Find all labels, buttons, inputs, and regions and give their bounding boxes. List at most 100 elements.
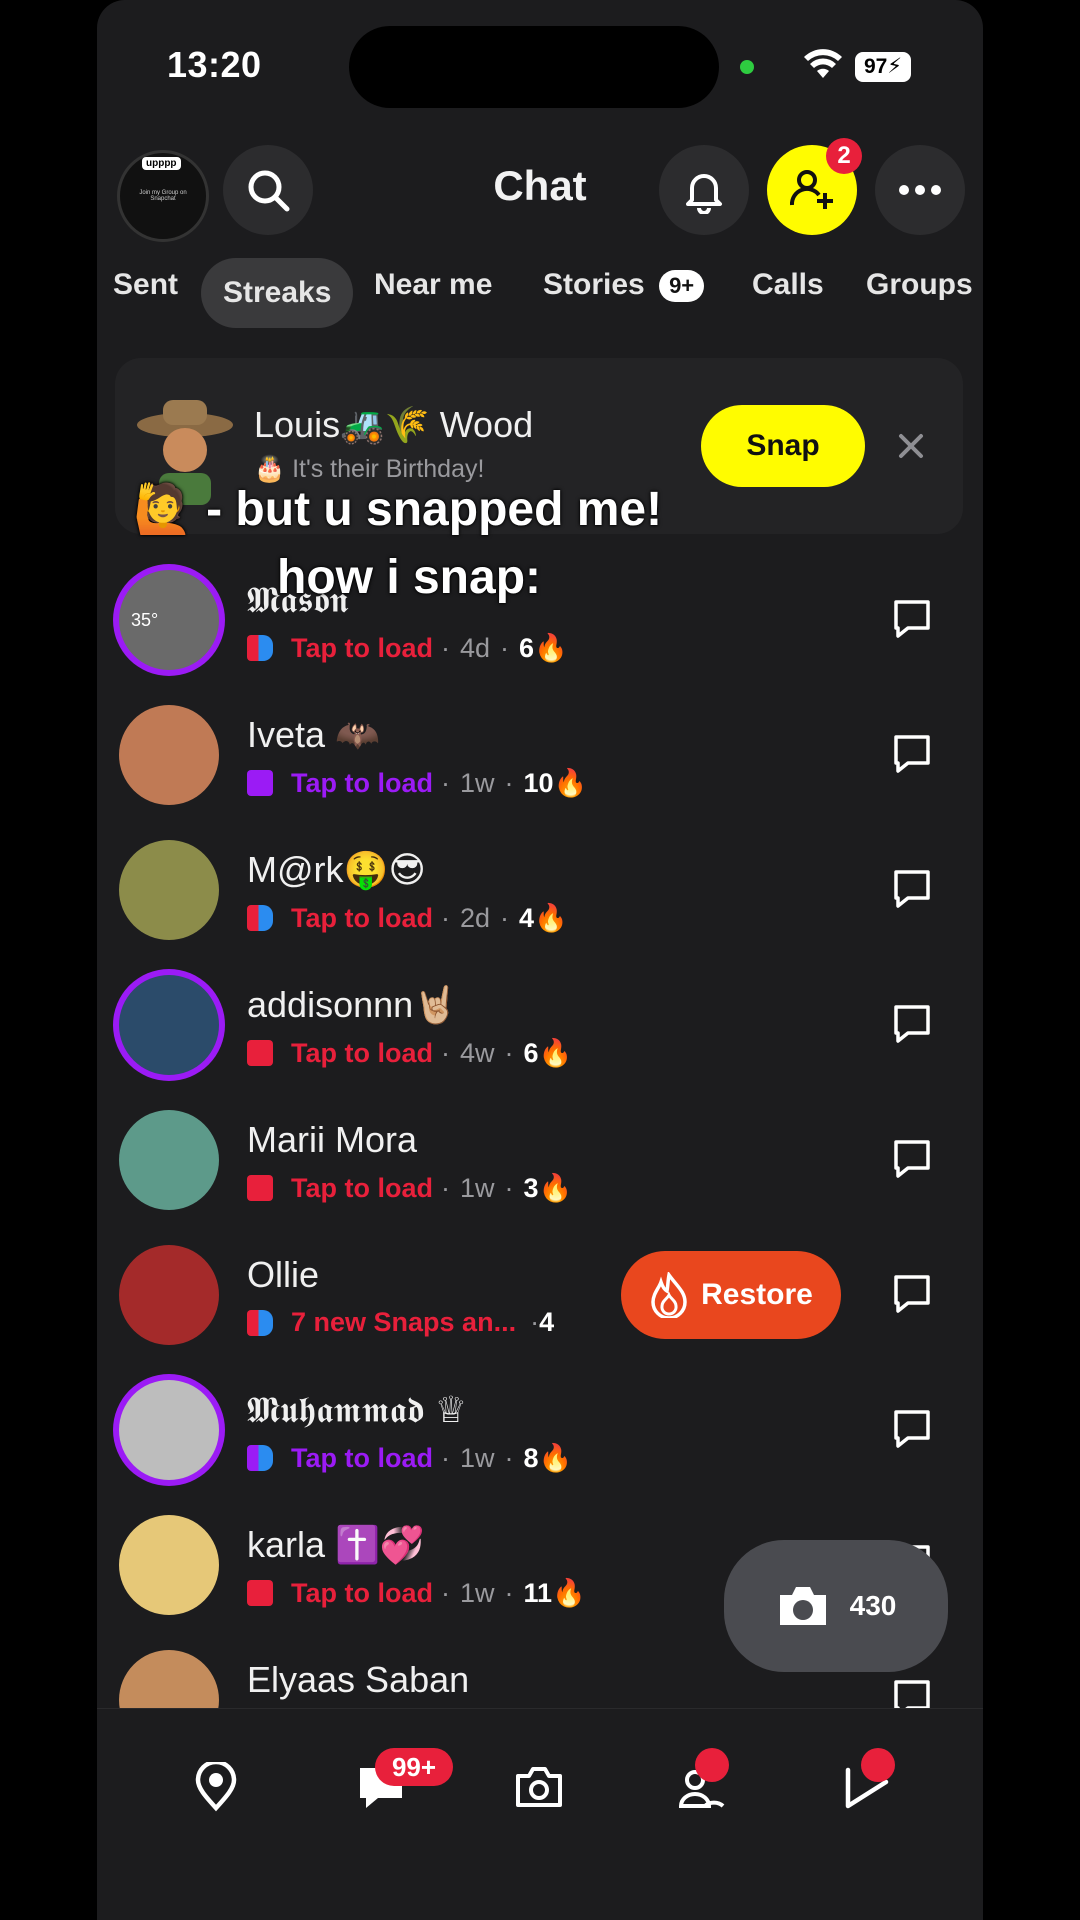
- chat-status: Tap to load: [291, 1442, 433, 1473]
- purple-blue-chat-icon: [247, 1445, 273, 1471]
- map-icon[interactable]: [191, 1762, 241, 1812]
- chat-row[interactable]: Iveta 🦇 Tap to load · 1w · 10🔥: [97, 687, 983, 822]
- streak-count: 3🔥: [523, 1173, 573, 1203]
- friend-name: Iveta 🦇: [247, 714, 380, 755]
- friend-avatar[interactable]: [119, 1245, 219, 1345]
- birthday-friend-name: Louis🚜🌾 Wood: [254, 404, 534, 445]
- chat-bubble-icon[interactable]: [892, 1408, 932, 1448]
- weather-temp: 35°: [131, 610, 159, 630]
- chat-status: Tap to load: [291, 767, 433, 798]
- chat-status-line: Tap to load · 1w · 10🔥: [247, 767, 587, 799]
- chat-bubble-icon[interactable]: [892, 598, 932, 638]
- friend-name: Elyaas Saban: [247, 1659, 470, 1700]
- tab-calls[interactable]: Calls: [752, 268, 824, 302]
- camera-nav-icon[interactable]: [514, 1762, 564, 1812]
- caption-line-2: how i snap:: [277, 551, 541, 604]
- streak-count: 6🔥: [523, 1038, 573, 1068]
- chat-bubble-icon[interactable]: [892, 1273, 932, 1313]
- tab-near-me[interactable]: Near me: [374, 268, 492, 302]
- chat-status-line: Tap to load · 4d · 6🔥: [247, 632, 568, 664]
- stories-count-badge: 9+: [659, 270, 705, 303]
- separator-dot: ·: [504, 1037, 514, 1068]
- dynamic-island: [349, 26, 719, 108]
- red-square-icon: [247, 1175, 273, 1201]
- separator-dot: ·: [504, 767, 514, 798]
- chat-unread-badge: 99+: [375, 1748, 453, 1786]
- friend-requests-badge: 2: [826, 138, 862, 174]
- chat-time: 1w: [460, 1172, 495, 1203]
- separator-dot: ·: [441, 902, 450, 933]
- separator-dot: ·: [500, 902, 510, 933]
- caption-line-1: 🙋 - but u snapped me!: [133, 483, 663, 536]
- chat-status: Tap to load: [291, 1037, 433, 1068]
- chat-time: 4w: [460, 1037, 495, 1068]
- separator-dot: ·: [441, 1442, 450, 1473]
- chat-status: Tap to load: [291, 902, 433, 933]
- friend-avatar[interactable]: [119, 840, 219, 940]
- chat-bubble-icon[interactable]: [892, 868, 932, 908]
- streak-count: 4: [539, 1307, 555, 1337]
- battery-level: 97: [863, 55, 888, 78]
- chat-bubble-icon[interactable]: [892, 1138, 932, 1178]
- tab-groups[interactable]: Groups: [866, 268, 973, 302]
- friend-avatar[interactable]: [119, 1380, 219, 1480]
- streak-count: 4🔥: [519, 903, 568, 933]
- red-square-icon: [247, 1040, 273, 1066]
- chat-status-line: Tap to load · 1w · 11🔥: [247, 1577, 586, 1609]
- flame-icon: [651, 1272, 687, 1318]
- friend-avatar[interactable]: [119, 975, 219, 1075]
- streak-count: 8🔥: [523, 1443, 573, 1473]
- snap-count: 430: [849, 1590, 897, 1621]
- friend-name: M@rk🤑😎: [247, 849, 426, 890]
- chat-row[interactable]: Ollie 7 new Snaps an... · 4: [97, 1227, 983, 1362]
- restore-label: Restore: [701, 1278, 813, 1311]
- add-friend-icon: [789, 170, 833, 209]
- friend-avatar[interactable]: [119, 705, 219, 805]
- friend-name: Marii Mora: [247, 1119, 418, 1160]
- separator-dot: ·: [530, 1307, 540, 1337]
- friend-avatar[interactable]: [119, 1110, 219, 1210]
- separator-dot: ·: [441, 1037, 450, 1068]
- chat-status-line: Tap to load · 1w · 8🔥: [247, 1442, 572, 1474]
- notifications-button[interactable]: [659, 145, 749, 235]
- camera-snap-fab[interactable]: 430: [724, 1540, 948, 1672]
- red-blue-chat-icon: [247, 635, 273, 661]
- status-time: 13:20: [167, 44, 262, 85]
- friend-name: karla ✝️💞: [247, 1524, 425, 1565]
- chat-status: Tap to load: [291, 1577, 433, 1608]
- chat-row[interactable]: M@rk🤑😎 Tap to load · 2d · 4🔥: [97, 822, 983, 957]
- chat-status: 7 new Snaps an...: [291, 1307, 517, 1337]
- more-options-button[interactable]: [875, 145, 965, 235]
- ellipsis-icon: [899, 185, 941, 195]
- snap-button[interactable]: Snap: [701, 405, 865, 487]
- chat-time: 1w: [460, 1577, 495, 1608]
- chat-bubble-icon[interactable]: [892, 733, 932, 773]
- chat-time: 1w: [460, 1442, 495, 1473]
- camera-icon: [779, 1587, 826, 1625]
- restore-streak-button[interactable]: Restore: [621, 1251, 841, 1339]
- chat-row[interactable]: 𝕸𝖚𝖍𝖆𝖒𝖒𝖆𝖉 ♕ Tap to load · 1w · 8🔥: [97, 1362, 983, 1497]
- close-icon[interactable]: [897, 432, 925, 460]
- friend-avatar[interactable]: [119, 1515, 219, 1615]
- chat-row[interactable]: Marii Mora Tap to load · 1w · 3🔥: [97, 1092, 983, 1227]
- chat-row[interactable]: addisonnn🤘🏼 Tap to load · 4w · 6🔥: [97, 957, 983, 1092]
- chat-bubble-icon[interactable]: [892, 1003, 932, 1043]
- tab-stories-label: Stories: [543, 268, 645, 301]
- tab-streaks[interactable]: Streaks: [201, 258, 354, 328]
- friend-name: addisonnn🤘🏼: [247, 984, 458, 1025]
- separator-dot: ·: [441, 1577, 450, 1608]
- red-blue-chat-icon: [247, 905, 273, 931]
- friend-avatar[interactable]: 35°: [119, 570, 219, 670]
- chat-status-line: Tap to load · 4w · 6🔥: [247, 1037, 572, 1069]
- wifi-icon: [804, 49, 842, 78]
- chat-status-line: Tap to load · 2d · 4🔥: [247, 902, 568, 934]
- streak-count: 10🔥: [523, 768, 588, 798]
- streak-count: 6🔥: [519, 633, 568, 663]
- separator-dot: ·: [441, 632, 450, 663]
- separator-dot: ·: [504, 1442, 514, 1473]
- tab-sent[interactable]: Sent: [113, 268, 178, 302]
- tab-stories[interactable]: Stories 9+: [543, 268, 705, 303]
- chat-time: 1w: [460, 767, 495, 798]
- friend-name: 𝕸𝖚𝖍𝖆𝖒𝖒𝖆𝖉 ♕: [247, 1389, 468, 1430]
- red-square-icon: [247, 1580, 273, 1606]
